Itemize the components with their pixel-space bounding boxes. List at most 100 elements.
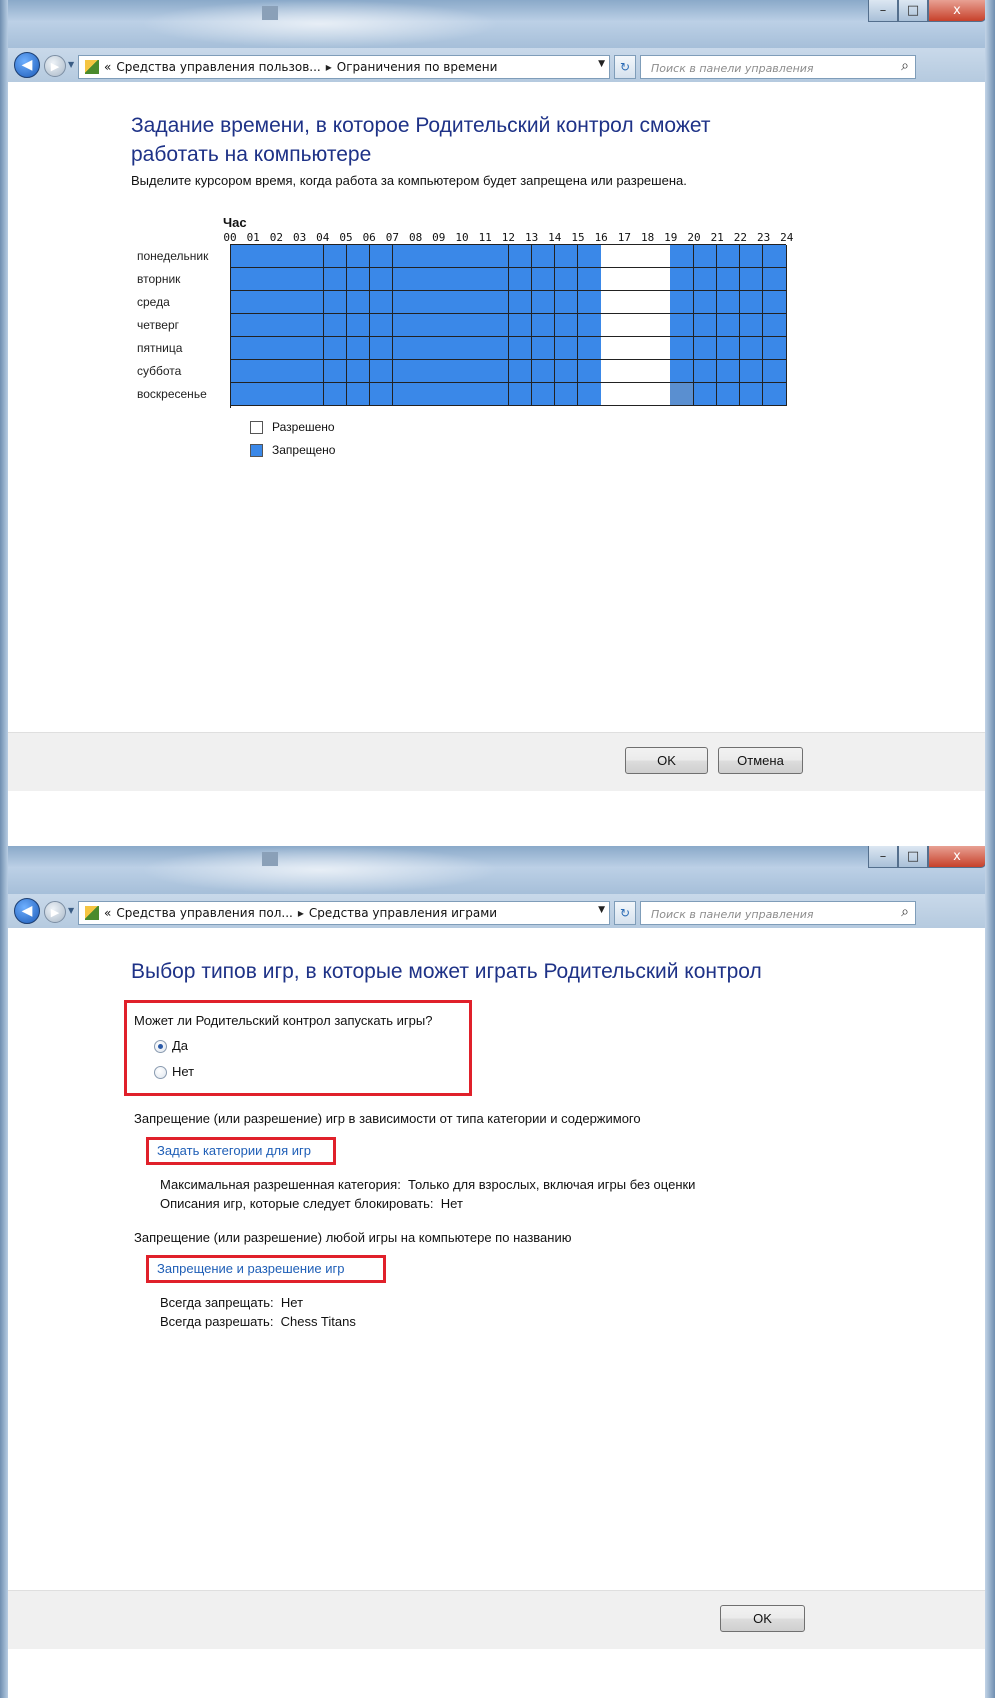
time-cell[interactable] bbox=[346, 337, 371, 360]
address-bar[interactable]: « Средства управления пол... ▸ Средства … bbox=[78, 901, 610, 925]
maximize-button[interactable]: □ bbox=[898, 0, 928, 22]
time-cell[interactable] bbox=[485, 337, 509, 360]
time-cell[interactable] bbox=[277, 291, 301, 314]
ok-button[interactable]: OK bbox=[720, 1605, 805, 1632]
time-cell[interactable] bbox=[231, 314, 255, 337]
time-cell[interactable] bbox=[369, 314, 394, 337]
time-cell[interactable] bbox=[369, 291, 394, 314]
search-input[interactable] bbox=[649, 57, 889, 79]
time-cell[interactable] bbox=[601, 314, 625, 337]
time-cell[interactable] bbox=[716, 268, 741, 291]
refresh-icon[interactable]: ↻ bbox=[614, 901, 636, 925]
time-cell[interactable] bbox=[300, 268, 324, 291]
time-cell[interactable] bbox=[693, 337, 718, 360]
time-cell[interactable] bbox=[739, 314, 764, 337]
time-cell[interactable] bbox=[601, 383, 625, 406]
time-cell[interactable] bbox=[554, 245, 579, 268]
time-cell[interactable] bbox=[670, 314, 694, 337]
time-cell[interactable] bbox=[416, 337, 440, 360]
breadcrumb-prefix[interactable]: « bbox=[104, 906, 111, 920]
time-cell[interactable] bbox=[624, 314, 648, 337]
time-cell[interactable] bbox=[762, 314, 787, 337]
time-cell[interactable] bbox=[392, 383, 417, 406]
time-cell[interactable] bbox=[439, 383, 463, 406]
time-cell[interactable] bbox=[346, 268, 371, 291]
close-button[interactable]: x bbox=[928, 846, 986, 868]
time-cell[interactable] bbox=[554, 314, 579, 337]
time-cell[interactable] bbox=[323, 268, 348, 291]
time-cell[interactable] bbox=[346, 314, 371, 337]
radio-no[interactable] bbox=[154, 1066, 167, 1079]
time-cell[interactable] bbox=[392, 314, 417, 337]
time-cell[interactable] bbox=[716, 291, 741, 314]
time-cell[interactable] bbox=[716, 245, 741, 268]
recent-pages-dropdown-icon[interactable]: ▼ bbox=[68, 906, 74, 915]
time-cell[interactable] bbox=[624, 337, 648, 360]
time-cell[interactable] bbox=[485, 314, 509, 337]
time-cell[interactable] bbox=[670, 360, 694, 383]
time-cell[interactable] bbox=[577, 360, 602, 383]
time-cell[interactable] bbox=[693, 245, 718, 268]
time-cell[interactable] bbox=[624, 383, 648, 406]
time-cell[interactable] bbox=[762, 291, 787, 314]
search-icon[interactable]: ⌕ bbox=[901, 904, 909, 920]
title-bar[interactable] bbox=[0, 0, 995, 48]
time-cell[interactable] bbox=[531, 360, 556, 383]
back-arrow-icon[interactable]: ◀ bbox=[14, 52, 40, 78]
time-cell[interactable] bbox=[577, 314, 602, 337]
time-cell[interactable] bbox=[716, 337, 741, 360]
time-cell[interactable] bbox=[277, 383, 301, 406]
time-cell[interactable] bbox=[508, 337, 533, 360]
search-input[interactable] bbox=[649, 903, 889, 925]
time-cell[interactable] bbox=[601, 337, 625, 360]
time-cell[interactable] bbox=[739, 383, 764, 406]
time-cell[interactable] bbox=[739, 245, 764, 268]
cancel-button[interactable]: Отмена bbox=[718, 747, 803, 774]
time-cell[interactable] bbox=[508, 268, 533, 291]
ok-button[interactable]: OK bbox=[625, 747, 708, 774]
time-cell[interactable] bbox=[462, 337, 486, 360]
time-cell[interactable] bbox=[577, 383, 602, 406]
time-cell[interactable] bbox=[392, 360, 417, 383]
time-cell[interactable] bbox=[323, 314, 348, 337]
time-cell[interactable] bbox=[462, 314, 486, 337]
address-dropdown-icon[interactable]: ▼ bbox=[598, 905, 605, 915]
time-cell[interactable] bbox=[416, 268, 440, 291]
time-cell[interactable] bbox=[508, 245, 533, 268]
time-cell[interactable] bbox=[601, 291, 625, 314]
time-cell[interactable] bbox=[485, 268, 509, 291]
time-cell[interactable] bbox=[254, 245, 278, 268]
time-cell[interactable] bbox=[670, 268, 694, 291]
time-cell[interactable] bbox=[531, 337, 556, 360]
breadcrumb-item-time-limits[interactable]: Ограничения по времени bbox=[337, 60, 498, 74]
time-cell[interactable] bbox=[762, 360, 787, 383]
time-cell[interactable] bbox=[508, 291, 533, 314]
time-cell[interactable] bbox=[531, 245, 556, 268]
radio-no-label[interactable]: Нет bbox=[172, 1064, 194, 1079]
time-cell[interactable] bbox=[254, 314, 278, 337]
time-cell[interactable] bbox=[346, 291, 371, 314]
address-bar[interactable]: « Средства управления пользов... ▸ Огран… bbox=[78, 55, 610, 79]
time-cell[interactable] bbox=[462, 268, 486, 291]
time-cell[interactable] bbox=[300, 245, 324, 268]
time-cell[interactable] bbox=[739, 291, 764, 314]
time-cell[interactable] bbox=[346, 360, 371, 383]
time-cell[interactable] bbox=[508, 360, 533, 383]
time-cell[interactable] bbox=[439, 314, 463, 337]
address-dropdown-icon[interactable]: ▼ bbox=[598, 59, 605, 69]
time-cell[interactable] bbox=[531, 268, 556, 291]
minimize-button[interactable]: – bbox=[868, 0, 898, 22]
search-icon[interactable]: ⌕ bbox=[901, 58, 909, 74]
radio-yes-label[interactable]: Да bbox=[172, 1038, 188, 1053]
time-cell[interactable] bbox=[508, 383, 533, 406]
time-cell[interactable] bbox=[485, 383, 509, 406]
time-cell[interactable] bbox=[647, 291, 671, 314]
time-cell[interactable] bbox=[554, 360, 579, 383]
time-cell[interactable] bbox=[277, 245, 301, 268]
time-cell[interactable] bbox=[462, 291, 486, 314]
time-cell[interactable] bbox=[647, 245, 671, 268]
time-cell[interactable] bbox=[300, 383, 324, 406]
time-cell[interactable] bbox=[485, 245, 509, 268]
time-cell[interactable] bbox=[416, 360, 440, 383]
time-cell[interactable] bbox=[392, 337, 417, 360]
